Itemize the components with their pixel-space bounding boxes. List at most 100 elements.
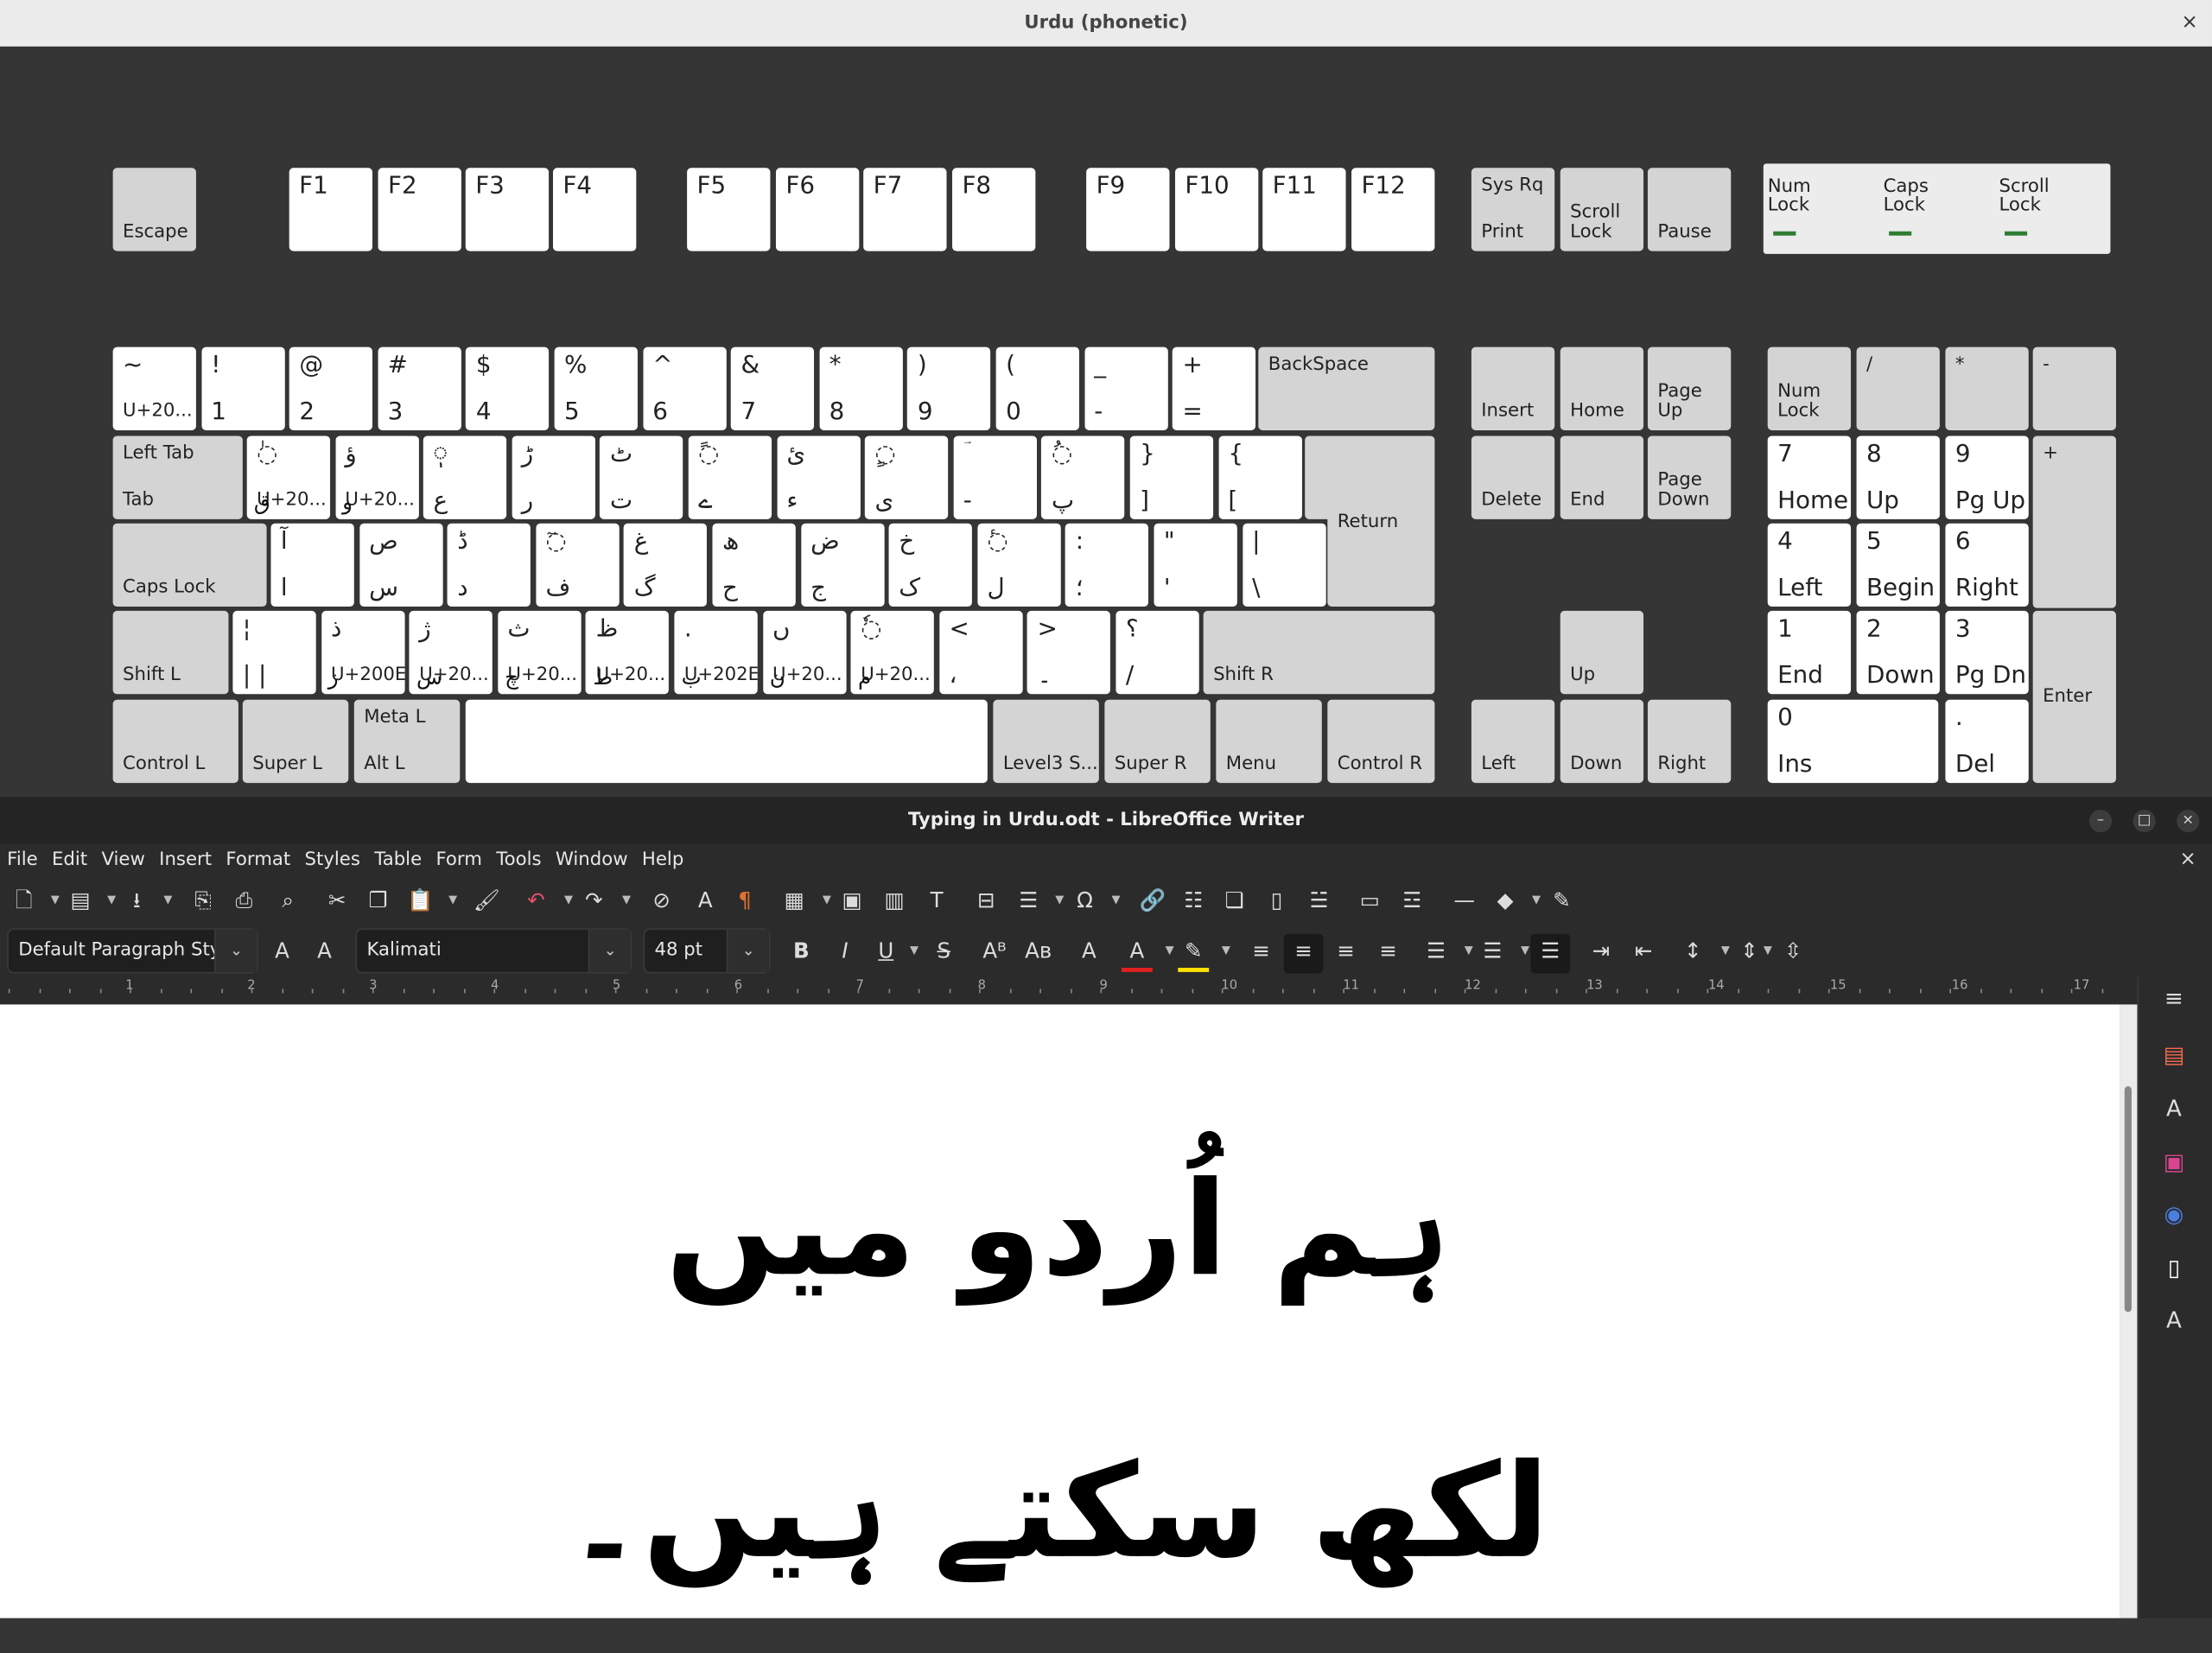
dropdown-arrow-icon[interactable]: ▼ xyxy=(1222,934,1230,968)
insert-field-icon[interactable]: ☰ xyxy=(1013,883,1044,917)
highlight-icon[interactable]: ✎ xyxy=(1178,934,1210,972)
font-color-icon[interactable]: A xyxy=(1121,934,1153,972)
font-size-value[interactable]: 48 pt xyxy=(655,930,703,972)
key[interactable]: _ - xyxy=(1084,346,1168,430)
numpad-key[interactable]: 9 Pg Up xyxy=(1945,436,2029,519)
key[interactable]: ژ U+20... س xyxy=(409,610,493,695)
formatting-marks-icon[interactable]: ¶ xyxy=(729,883,760,917)
spelling-icon[interactable]: A xyxy=(690,883,721,917)
key-left[interactable]: Left xyxy=(1471,699,1555,784)
key[interactable]: ^ 6 xyxy=(642,346,727,430)
paragraph-style-value[interactable]: Default Paragraph Styl xyxy=(18,930,216,972)
super-left-key[interactable]: Super L xyxy=(242,699,349,784)
hyperlink-icon[interactable]: 🔗 xyxy=(1137,883,1168,917)
dropdown-arrow-icon[interactable]: ▼ xyxy=(1055,883,1064,917)
level3-shift-key[interactable]: Level3 S... xyxy=(993,699,1099,784)
key[interactable]: ◌ٰ U+20... ق xyxy=(246,436,331,519)
outline-list-icon[interactable]: ☰ xyxy=(1530,933,1571,974)
save-icon[interactable]: ⭳ xyxy=(121,883,152,917)
numpad-key[interactable]: * xyxy=(1945,346,2029,430)
menu-table[interactable]: Table xyxy=(367,843,429,877)
super-right-key[interactable]: Super R xyxy=(1104,699,1211,784)
chevron-down-icon[interactable]: ⌄ xyxy=(588,929,631,972)
space-key[interactable] xyxy=(465,699,988,784)
footnote-icon[interactable]: ☷ xyxy=(1178,883,1209,917)
key[interactable]: $4 xyxy=(466,346,550,430)
key-escape[interactable]: Escape xyxy=(112,168,196,251)
numpad-key[interactable]: 7 Home xyxy=(1767,436,1852,519)
key[interactable]: #3 xyxy=(378,346,461,430)
key[interactable]: آا xyxy=(270,523,354,607)
cross-reference-icon[interactable]: ☱ xyxy=(1304,883,1335,917)
menu-file[interactable]: File xyxy=(0,843,45,877)
cut-icon[interactable]: ✂ xyxy=(321,883,353,917)
key[interactable]: ضج xyxy=(800,523,885,607)
key-delete[interactable]: Delete xyxy=(1471,436,1555,519)
key-f12[interactable]: F12 xyxy=(1351,168,1435,251)
maximize-button[interactable]: □ xyxy=(2133,810,2156,833)
decrease-indent-icon[interactable]: ⇤ xyxy=(1628,934,1659,968)
dropdown-arrow-icon[interactable]: ▼ xyxy=(622,883,631,917)
key[interactable]: " ' xyxy=(1154,523,1237,607)
numpad-key[interactable]: + xyxy=(2032,436,2116,608)
font-name-value[interactable]: Kalimati xyxy=(366,930,441,972)
dropdown-arrow-icon[interactable]: ▼ xyxy=(1721,934,1730,968)
key-f8[interactable]: F8 xyxy=(952,168,1036,251)
menu-help[interactable]: Help xyxy=(635,843,691,877)
key-up[interactable]: Up xyxy=(1560,610,1644,695)
chevron-down-icon[interactable]: ⌄ xyxy=(726,929,769,972)
key-page-up[interactable]: Page Up xyxy=(1647,346,1732,430)
key[interactable]: ◌ٍ ی xyxy=(865,436,949,519)
dropdown-arrow-icon[interactable]: ▼ xyxy=(1532,883,1541,917)
return-key[interactable]: Return xyxy=(1327,436,1435,607)
menu-form[interactable]: Form xyxy=(429,843,489,877)
dropdown-arrow-icon[interactable]: ▼ xyxy=(1112,883,1121,917)
style-inspector-icon[interactable]: A xyxy=(2156,1302,2192,1338)
key[interactable]: ڑر xyxy=(512,436,595,519)
key[interactable]: ◌ً ے xyxy=(688,436,772,519)
insert-chart-icon[interactable]: ▥ xyxy=(879,883,910,917)
numpad-key[interactable]: 8 Up xyxy=(1856,436,1940,519)
track-changes-icon[interactable]: ☲ xyxy=(1396,883,1427,917)
basic-shapes-icon[interactable]: ◆ xyxy=(1490,883,1521,917)
update-style-icon[interactable]: A xyxy=(267,934,298,968)
key[interactable]: خک xyxy=(888,523,973,607)
horizontal-ruler[interactable]: 1 2 3 4 5 6 7 8 9 10 11 12 13 14 15 16 17 xyxy=(0,976,2120,1005)
clear-formatting-icon[interactable]: A xyxy=(1073,934,1104,968)
styles-icon[interactable]: A xyxy=(2156,1090,2192,1127)
new-document-icon[interactable]: 🗋 xyxy=(9,883,40,917)
dropdown-arrow-icon[interactable]: ▼ xyxy=(1465,934,1473,968)
key-right[interactable]: Right xyxy=(1647,699,1732,784)
menu-edit[interactable]: Edit xyxy=(45,843,94,877)
key[interactable]: + = xyxy=(1173,346,1256,430)
align-right-icon[interactable]: ≡ xyxy=(1331,934,1362,968)
numpad-key[interactable]: / xyxy=(1856,346,1940,430)
line-spacing-icon[interactable]: ↕ xyxy=(1677,934,1708,968)
paste-icon[interactable]: 📋 xyxy=(405,883,436,917)
menu-window[interactable]: Window xyxy=(549,843,635,877)
unordered-list-icon[interactable]: ☰ xyxy=(1421,934,1452,968)
insert-image-icon[interactable]: ▣ xyxy=(836,883,868,917)
insert-table-icon[interactable]: ▦ xyxy=(779,883,810,917)
key[interactable]: & 7 xyxy=(731,346,815,430)
endnote-icon[interactable]: ❏ xyxy=(1219,883,1250,917)
key[interactable]: ◌ٔ ل xyxy=(977,523,1061,607)
key-f9[interactable]: F9 xyxy=(1086,168,1170,251)
caps-lock-key[interactable]: Caps Lock xyxy=(112,523,267,607)
navigator-icon[interactable]: ◉ xyxy=(2156,1196,2192,1232)
numpad-key[interactable]: . Del xyxy=(1945,699,2029,784)
key-f1[interactable]: F1 xyxy=(289,168,373,251)
key[interactable]: (0 xyxy=(995,346,1079,430)
numpad-key[interactable]: 6 Right xyxy=(1945,523,2029,607)
superscript-icon[interactable]: Aᴮ xyxy=(979,934,1010,968)
key[interactable]: ◌ٖ ع xyxy=(423,436,507,519)
numpad-key[interactable]: - xyxy=(2032,346,2116,430)
key-down[interactable]: Down xyxy=(1560,699,1644,784)
menu-insert[interactable]: Insert xyxy=(152,843,219,877)
key[interactable]: | \ xyxy=(1242,523,1326,607)
key-end[interactable]: End xyxy=(1560,436,1644,519)
key[interactable]: ں U+20... ن xyxy=(762,610,846,695)
key[interactable]: ) 9 xyxy=(907,346,991,430)
key-f11[interactable]: F11 xyxy=(1262,168,1346,251)
chevron-down-icon[interactable]: ⌄ xyxy=(214,929,257,972)
